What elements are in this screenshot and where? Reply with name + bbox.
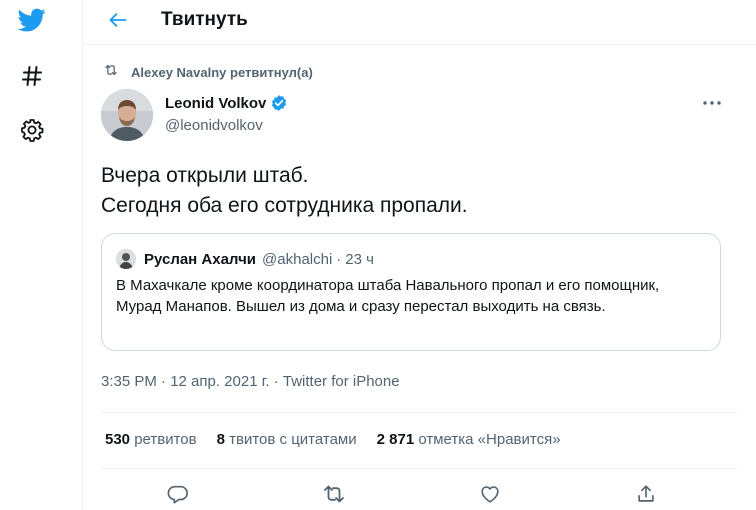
like-button[interactable] <box>476 482 504 510</box>
verified-badge-icon <box>270 94 288 112</box>
stat-count: 2 871 <box>376 431 415 448</box>
tweet-stats: 530 ретвитов 8 твитов с цитатами 2 871 о… <box>105 431 581 448</box>
tweet-text: Вчера открыли штаб. Сегодня оба его сотр… <box>101 161 731 221</box>
retweet-context-text[interactable]: Alexey Navalny ретвитнул(а) <box>131 65 313 80</box>
tweet-actions <box>83 480 756 510</box>
author-name[interactable]: Leonid Volkov <box>165 94 288 112</box>
quoted-author-name[interactable]: Руслан Ахалчи <box>144 251 256 268</box>
stat-label: отметка «Нравится» <box>418 431 561 448</box>
page-title: Твитнуть <box>161 9 248 30</box>
back-arrow-icon <box>108 10 128 35</box>
quoted-tweet-header: Руслан Ахалчи @akhalchi · 23 ч <box>116 249 374 269</box>
stat-quotes[interactable]: 8 твитов с цитатами <box>217 431 357 448</box>
page-header: Твитнуть <box>83 0 756 45</box>
share-icon <box>635 483 657 510</box>
twitter-bird-icon <box>16 6 48 39</box>
stat-label: твитов с цитатами <box>229 431 357 448</box>
explore-button[interactable] <box>10 56 54 100</box>
stat-retweets[interactable]: 530 ретвитов <box>105 431 197 448</box>
quoted-author-handle[interactable]: @akhalchi <box>262 251 332 268</box>
author-name-text[interactable]: Leonid Volkov <box>165 95 266 112</box>
divider <box>101 412 738 413</box>
retweet-icon <box>103 63 119 82</box>
more-button[interactable] <box>695 90 729 114</box>
sidebar <box>0 0 64 510</box>
author-handle[interactable]: @leonidvolkov <box>165 117 263 134</box>
stat-likes[interactable]: 2 871 отметка «Нравится» <box>377 431 561 448</box>
separator-dot: · <box>336 250 342 268</box>
avatar[interactable] <box>101 89 153 141</box>
gear-icon <box>20 118 44 147</box>
more-horizontal-icon <box>702 93 722 111</box>
tweet-meta[interactable]: 3:35 PM · 12 апр. 2021 г. · Twitter for … <box>101 373 400 390</box>
stat-count: 530 <box>105 431 131 448</box>
quoted-tweet-text: В Махачкале кроме координатора штаба Нав… <box>116 277 660 315</box>
stat-count: 8 <box>216 431 225 448</box>
stat-label: ретвитов <box>134 431 197 448</box>
tweet-line: Сегодня оба его сотрудника пропали. <box>101 194 468 217</box>
quoted-avatar <box>116 249 136 269</box>
tweet-line: Вчера открыли штаб. <box>101 164 309 187</box>
settings-button[interactable] <box>10 110 54 154</box>
quoted-timestamp[interactable]: 23 ч <box>345 251 374 268</box>
heart-icon <box>479 483 501 510</box>
retweet-icon <box>322 483 346 510</box>
quoted-tweet[interactable]: Руслан Ахалчи @akhalchi · 23 ч В Махачка… <box>101 233 721 351</box>
divider <box>101 468 738 469</box>
hashtag-icon <box>20 64 44 93</box>
reply-button[interactable] <box>164 482 192 510</box>
retweet-button[interactable] <box>320 482 348 510</box>
back-button[interactable] <box>101 5 135 39</box>
main-column: Твитнуть Alexey Navalny ретвитнул(а) Leo… <box>83 0 756 510</box>
retweet-context: Alexey Navalny ретвитнул(а) <box>103 63 313 81</box>
share-button[interactable] <box>632 482 660 510</box>
twitter-logo-button[interactable] <box>10 0 54 44</box>
reply-icon <box>167 483 189 510</box>
